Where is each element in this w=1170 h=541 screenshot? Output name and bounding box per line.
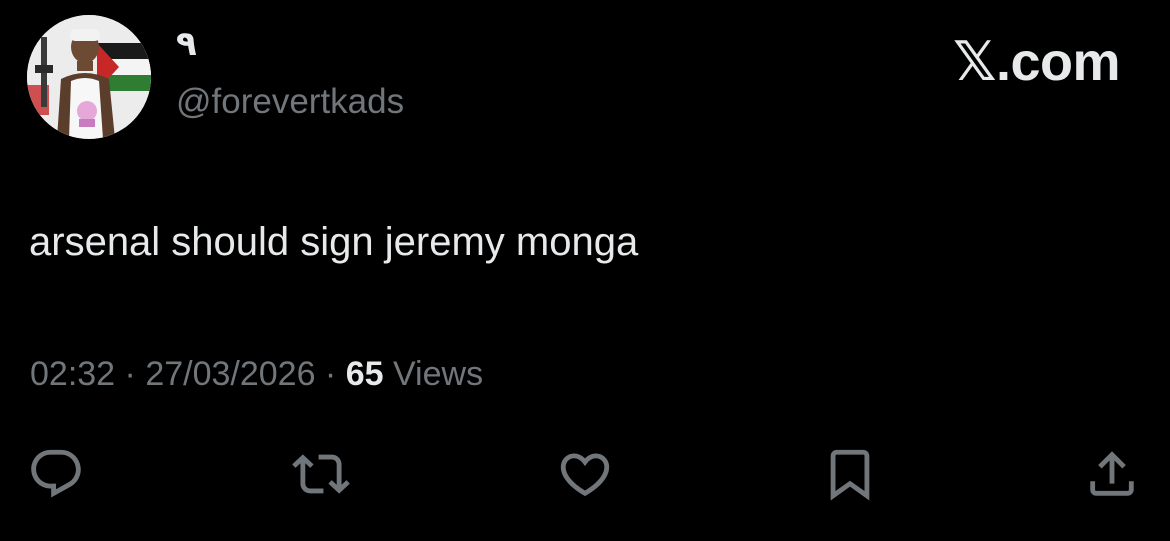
like-icon	[560, 453, 610, 497]
brand-text: 𝕏.com	[952, 32, 1121, 92]
views-count: 65	[345, 355, 384, 393]
tweet-time[interactable]: 02:32	[30, 355, 115, 393]
share-button[interactable]	[1082, 444, 1142, 504]
reply-icon	[31, 449, 81, 498]
like-button[interactable]	[555, 444, 615, 504]
avatar-image	[27, 15, 151, 139]
username-handle[interactable]: @forevertkads	[176, 82, 404, 122]
avatar[interactable]	[27, 15, 151, 139]
reply-button[interactable]	[26, 444, 86, 504]
meta-separator: ·	[315, 355, 346, 393]
repost-icon	[292, 454, 350, 494]
views-label: Views	[392, 355, 484, 393]
x-com-watermark: 𝕏.com	[952, 32, 1121, 92]
tweet-text: arsenal should sign jeremy monga	[29, 220, 639, 264]
meta-separator: ·	[115, 355, 146, 393]
repost-button[interactable]	[291, 444, 351, 504]
tweet-date[interactable]: 27/03/2026	[145, 355, 315, 393]
tweet-metadata: 02:32 · 27/03/2026 · 65 Views	[30, 352, 483, 396]
bookmark-icon	[830, 449, 870, 501]
tweet-card: ٩ @forevertkads 𝕏.com arsenal should sig…	[0, 0, 1170, 541]
bookmark-button[interactable]	[820, 444, 880, 504]
display-name[interactable]: ٩	[176, 24, 197, 64]
share-icon	[1090, 451, 1134, 496]
action-bar	[0, 444, 1170, 504]
